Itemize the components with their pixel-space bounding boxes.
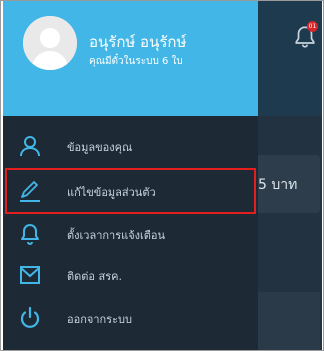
user-name: อนุรักษ์ อนุรักษ์ xyxy=(89,33,187,51)
menu-item-notification-settings[interactable]: ตั้งเวลาการแจ้งเตือน xyxy=(3,214,258,254)
menu-item-label: ติดต่อ สรค. xyxy=(67,270,123,283)
menu-item-logout[interactable]: ออกจากระบบ xyxy=(3,298,258,338)
highlight-annotation-box xyxy=(5,168,256,214)
user-icon xyxy=(20,136,40,157)
avatar[interactable] xyxy=(23,16,77,70)
mail-icon xyxy=(20,266,40,284)
app-header xyxy=(258,1,322,116)
drawer-header: อนุรักษ์ อนุรักษ์ คุณมีตั๋วในระบบ 6 ใบ xyxy=(3,1,258,116)
ticket-count-text: คุณมีตั๋วในระบบ 6 ใบ xyxy=(89,56,183,67)
notification-badge: 01 xyxy=(307,21,318,32)
menu-item-label: ตั้งเวลาการแจ้งเตือน xyxy=(67,229,166,242)
bell-icon xyxy=(21,224,39,245)
menu-item-profile[interactable]: ข้อมูลของคุณ xyxy=(3,126,258,166)
power-icon xyxy=(20,306,40,328)
app-card-price: 5 บาท xyxy=(258,177,298,193)
menu-item-label: ออกจากระบบ xyxy=(67,313,132,326)
menu-item-contact[interactable]: ติดต่อ สรค. xyxy=(3,255,258,295)
app-card-lower xyxy=(258,292,320,350)
menu-item-label: ข้อมูลของคุณ xyxy=(67,141,133,154)
avatar-placeholder-icon xyxy=(23,16,77,70)
